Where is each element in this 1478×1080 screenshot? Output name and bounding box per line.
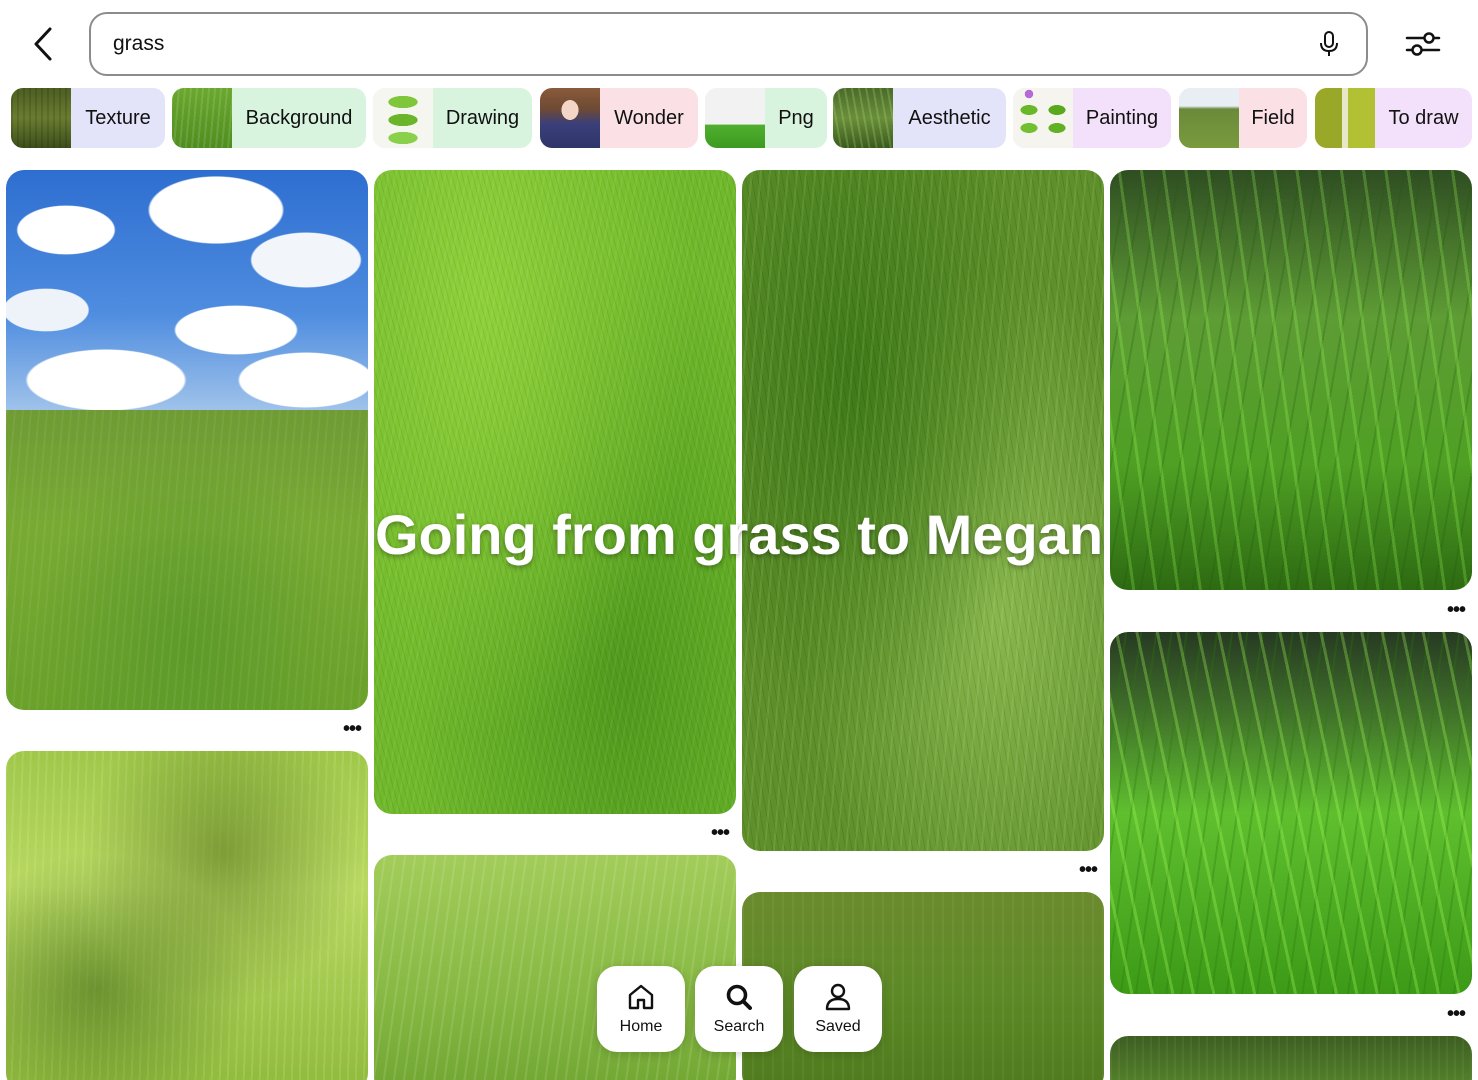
chip-thumbnail xyxy=(1315,88,1375,148)
chip-thumbnail xyxy=(11,88,71,148)
profile-icon xyxy=(825,983,851,1011)
home-icon xyxy=(628,984,654,1010)
chip-label: Wonder xyxy=(614,106,684,129)
nav-saved-label: Saved xyxy=(815,1018,861,1035)
chip-thumbnail xyxy=(172,88,232,148)
chip-texture[interactable]: Texture xyxy=(11,88,165,148)
pin-grass-closeup[interactable] xyxy=(1110,170,1472,590)
microphone-icon xyxy=(1320,31,1338,56)
chip-label: Texture xyxy=(85,106,151,129)
chip-field[interactable]: Field xyxy=(1179,88,1307,148)
chip-background[interactable]: Background xyxy=(172,88,366,148)
chip-thumbnail xyxy=(1013,88,1073,148)
chevron-left-icon xyxy=(34,27,52,61)
chip-to-draw[interactable]: To draw xyxy=(1315,88,1472,148)
search-results-page: Texture Background Drawing Wonder Png Ae… xyxy=(0,0,1478,1080)
search-bar[interactable] xyxy=(89,12,1368,76)
chip-thumbnail xyxy=(373,88,433,148)
more-options-icon[interactable]: ••• xyxy=(338,719,366,739)
search-icon xyxy=(726,984,752,1010)
chip-painting[interactable]: Painting xyxy=(1013,88,1171,148)
pin-grass-blades[interactable] xyxy=(1110,632,1472,994)
back-button[interactable] xyxy=(22,22,64,66)
chip-label: To draw xyxy=(1388,106,1459,129)
chip-label: Field xyxy=(1251,106,1295,129)
chip-png[interactable]: Png xyxy=(705,88,827,148)
pin-image-sky xyxy=(6,170,368,410)
filter-sliders-icon xyxy=(1405,32,1441,56)
more-options-icon[interactable]: ••• xyxy=(1442,600,1470,620)
chip-label: Painting xyxy=(1085,106,1159,129)
nav-search-button[interactable]: Search xyxy=(695,966,783,1052)
chip-label: Drawing xyxy=(445,106,520,129)
chip-aesthetic[interactable]: Aesthetic xyxy=(833,88,1006,148)
chip-label: Aesthetic xyxy=(908,106,991,129)
pin-sunlit-meadow[interactable] xyxy=(6,751,368,1080)
pin-tall-grass-texture[interactable] xyxy=(742,170,1104,851)
chip-thumbnail xyxy=(1179,88,1239,148)
pin-lawn-texture[interactable] xyxy=(374,170,736,814)
voice-search-button[interactable] xyxy=(1314,24,1344,64)
chip-thumbnail xyxy=(540,88,600,148)
nav-home-button[interactable]: Home xyxy=(597,966,685,1052)
nav-saved-button[interactable]: Saved xyxy=(794,966,882,1052)
search-input[interactable] xyxy=(113,32,1314,56)
more-options-icon[interactable]: ••• xyxy=(1074,860,1102,880)
chip-label: Background xyxy=(245,106,353,129)
pin-image-field xyxy=(6,410,368,710)
pin-soft-grass[interactable] xyxy=(374,855,736,1080)
chip-wonder[interactable]: Wonder xyxy=(540,88,698,148)
filter-button[interactable] xyxy=(1398,22,1448,66)
pin-dark-grass[interactable] xyxy=(1110,1036,1472,1080)
nav-search-label: Search xyxy=(713,1018,765,1035)
pin-grass-meadow-sky[interactable] xyxy=(6,170,368,710)
chip-label: Png xyxy=(778,106,814,129)
chip-thumbnail xyxy=(833,88,893,148)
chip-thumbnail xyxy=(705,88,765,148)
related-searches-bar: Texture Background Drawing Wonder Png Ae… xyxy=(0,88,1478,148)
more-options-icon[interactable]: ••• xyxy=(706,823,734,843)
chip-drawing[interactable]: Drawing xyxy=(373,88,532,148)
nav-home-label: Home xyxy=(619,1018,663,1035)
more-options-icon[interactable]: ••• xyxy=(1442,1004,1470,1024)
